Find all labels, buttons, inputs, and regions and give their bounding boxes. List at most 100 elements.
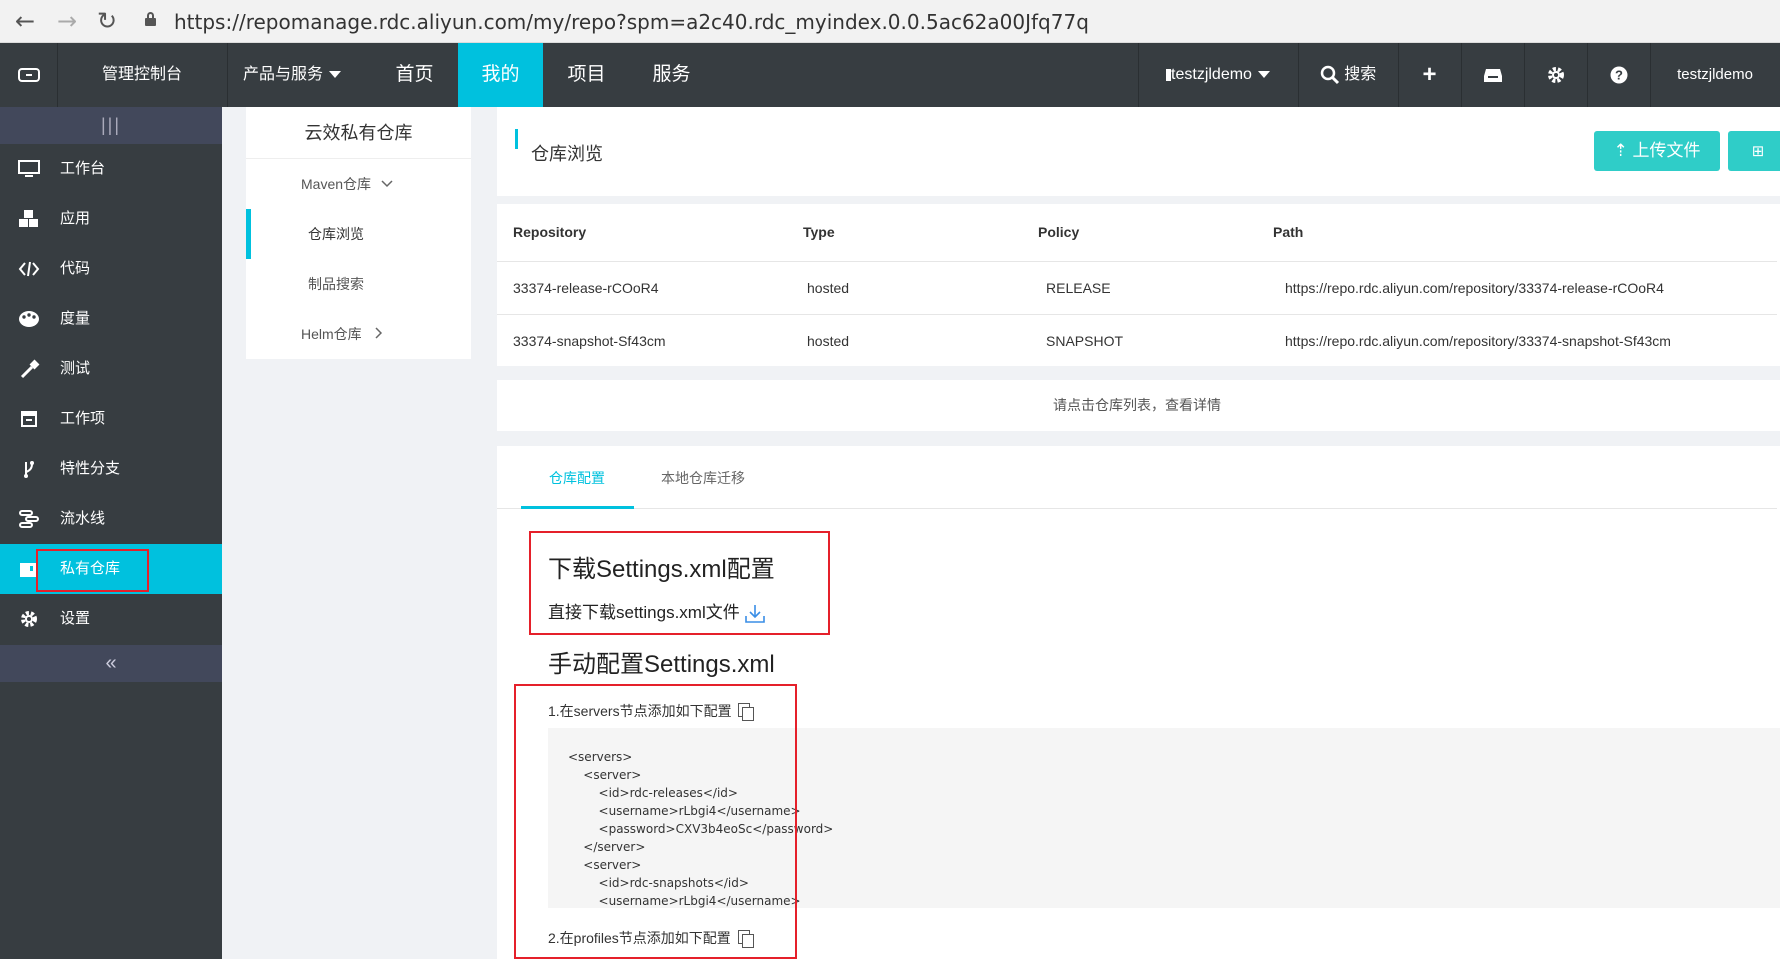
table-cell: SNAPSHOT [1022,314,1257,366]
hint-text: 请点击仓库列表，查看详情 [1053,397,1221,413]
submenu-item-helm[interactable]: Helm仓库 [246,309,471,359]
table-cell: hosted [787,261,1022,315]
page-header: 仓库浏览 ⇡ 上传文件 ⊞ [497,107,1780,196]
org-name: testzjldemo [1171,66,1252,83]
sidebar-item-feature-branch[interactable]: 特性分支 [0,444,222,494]
search-label: 搜索 [1344,66,1377,83]
caret-down-icon [1257,71,1270,79]
gear-icon [21,611,37,627]
sidebar-item-label: 流水线 [60,510,106,527]
submenu-title: 云效私有仓库 [246,107,471,159]
nav-home[interactable]: 首页 [372,43,457,107]
sidebar-item-apps[interactable]: 应用 [0,194,222,244]
sidebar-item-test[interactable]: 测试 [0,344,222,394]
upload-file-button[interactable]: ⇡ 上传文件 [1594,131,1720,171]
highlight-box [529,531,830,635]
table-cell: hosted [787,314,1022,366]
branch-icon [24,461,34,478]
table-cell: https://repo.rdc.aliyun.com/repository/3… [1257,314,1777,366]
chevron-right-icon [375,327,382,339]
table-row[interactable]: 33374-snapshot-Sf43cm hosted SNAPSHOT ht… [497,314,1777,366]
nav-mine[interactable]: 我的 [458,43,543,107]
submenu-item-label: Helm仓库 [301,326,362,342]
top-navigation: 管理控制台 产品与服务 首页 我的 项目 服务 testzjldemo 搜索 +… [0,43,1780,107]
caret-down-icon [329,71,341,79]
nav-service[interactable]: 服务 [629,43,714,107]
submenu-item-browse[interactable]: 仓库浏览 [246,209,471,259]
column-header: Path [1257,204,1777,262]
hint-panel: 请点击仓库列表，查看详情 [497,380,1780,431]
table-cell: 33374-snapshot-Sf43cm [497,314,787,366]
secondary-action-button[interactable]: ⊞ [1728,131,1780,171]
lock-icon [145,12,156,26]
repo-submenu: 云效私有仓库 Maven仓库 仓库浏览 制品搜索 Helm仓库 [246,107,471,359]
table-cell: RELEASE [1022,261,1257,315]
manual-config-title: 手动配置Settings.xml [548,651,775,678]
active-tab-indicator [521,506,634,509]
back-arrow-icon[interactable]: ← [10,6,40,36]
tabs-divider [497,508,1777,509]
sidebar-item-label: 特性分支 [60,460,121,477]
user-menu[interactable]: testzjldemo [1650,43,1780,107]
dropper-icon [20,359,40,379]
forward-arrow-icon[interactable]: → [52,6,82,36]
sidebar-item-pipeline[interactable]: 流水线 [0,494,222,544]
title-accent-bar [515,129,518,149]
upload-label: 上传文件 [1632,141,1701,160]
chevron-down-icon [381,180,393,188]
page-title: 仓库浏览 [531,144,603,164]
sidebar-item-metrics[interactable]: 度量 [0,294,222,344]
main-sidebar: ||| 工作台 应用 代码 度量 测试 工作项 特性分支 流水线 私有仓库 设置… [0,107,222,959]
sidebar-toggle-icon[interactable]: ||| [0,107,222,144]
url-bar[interactable]: https://repomanage.rdc.aliyun.com/my/rep… [174,4,1780,40]
column-header: Repository [497,204,787,262]
search-button[interactable]: 搜索 [1298,43,1398,107]
code-icon [18,261,40,277]
calendar-icon [21,411,37,427]
submenu-item-artifact-search[interactable]: 制品搜索 [246,259,471,309]
console-link[interactable]: 管理控制台 [57,43,227,107]
highlight-box [36,549,149,592]
products-menu[interactable]: 产品与服务 [227,43,357,107]
search-icon [1320,65,1339,84]
column-header: Type [787,204,1022,262]
submenu-item-maven[interactable]: Maven仓库 [246,159,471,209]
submenu-item-label: Maven仓库 [301,176,372,192]
table-row[interactable]: 33374-release-rCOoR4 hosted RELEASE http… [497,261,1777,315]
sidebar-item-label: 应用 [60,210,91,227]
grid-icon: ⊞ [1751,142,1765,160]
tab-repo-config[interactable]: 仓库配置 [549,468,605,488]
cubes-icon [19,210,38,227]
reload-icon[interactable]: ↻ [92,6,122,36]
console-logo-icon[interactable] [0,43,57,107]
sidebar-item-label: 代码 [60,260,91,277]
sidebar-item-label: 度量 [60,310,91,327]
org-switcher[interactable]: testzjldemo [1138,43,1298,107]
table-cell: https://repo.rdc.aliyun.com/repository/3… [1257,261,1777,315]
nav-project[interactable]: 项目 [544,43,629,107]
table-header-row: Repository Type Policy Path [497,204,1777,262]
column-header: Policy [1022,204,1257,262]
tab-local-migration[interactable]: 本地仓库迁移 [661,468,745,488]
inbox-icon[interactable] [1461,43,1524,107]
palette-icon [19,311,39,327]
sidebar-item-workbench[interactable]: 工作台 [0,144,222,194]
sidebar-item-label: 设置 [60,610,91,627]
sidebar-item-settings[interactable]: 设置 [0,594,222,644]
upload-icon: ⇡ [1613,141,1628,161]
pipeline-icon [19,510,39,528]
repo-table-panel: Repository Type Policy Path 33374-releas… [497,204,1780,366]
sidebar-item-label: 测试 [60,360,91,377]
monitor-icon [18,160,40,177]
sidebar-item-label: 工作项 [60,410,106,427]
settings-gear-icon[interactable] [1524,43,1587,107]
help-icon[interactable]: ? [1587,43,1650,107]
sidebar-item-workitems[interactable]: 工作项 [0,394,222,444]
sidebar-item-label: 工作台 [60,160,106,177]
plus-icon[interactable]: + [1398,43,1461,107]
highlight-box [514,684,797,959]
products-label: 产品与服务 [242,66,323,83]
sidebar-item-code[interactable]: 代码 [0,244,222,294]
repo-table: Repository Type Policy Path 33374-releas… [497,204,1777,366]
collapse-sidebar-icon[interactable]: « [0,645,222,682]
